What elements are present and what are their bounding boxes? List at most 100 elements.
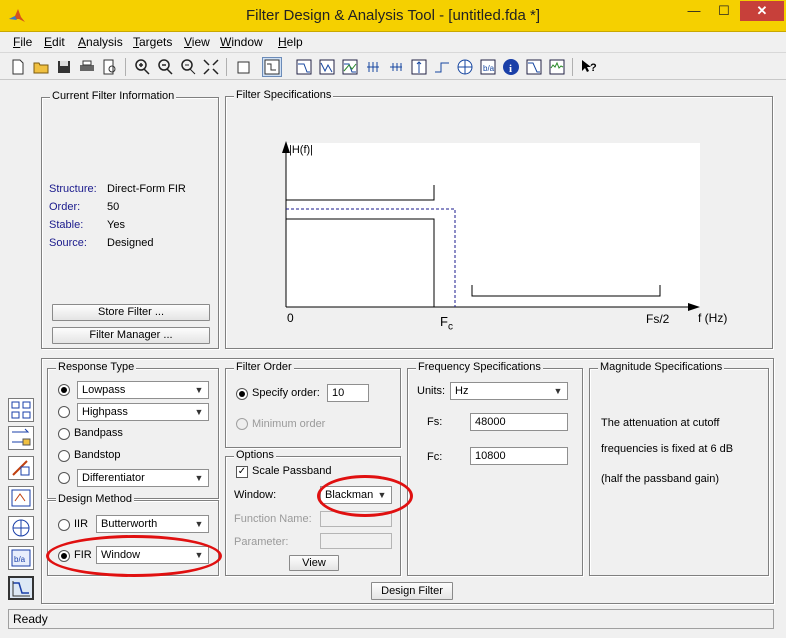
filter-manager-button[interactable]: Filter Manager ... [52, 327, 210, 344]
menu-help[interactable]: Help [278, 35, 303, 49]
current-filter-info-title: Current Filter Information [50, 90, 177, 102]
units-select[interactable]: Hz ▼ [450, 382, 568, 400]
noise-spectrum-button[interactable] [547, 57, 567, 77]
impulse-response-button[interactable] [409, 57, 429, 77]
chevron-down-icon: ▼ [194, 519, 204, 529]
realize-model-icon [12, 428, 31, 446]
save-icon [58, 61, 70, 73]
print-preview-button[interactable] [100, 57, 120, 77]
pole-zero-button[interactable] [455, 57, 475, 77]
svg-text:b/a: b/a [483, 64, 495, 73]
iir-method-select[interactable]: Butterworth ▼ [96, 515, 209, 533]
lowpass-radio[interactable] [58, 384, 70, 396]
origin-label: 0 [287, 311, 294, 325]
pole-zero-editor-button[interactable] [8, 456, 34, 480]
minimum-order-radio[interactable] [236, 418, 248, 430]
phase-delay-button[interactable] [386, 57, 406, 77]
magnitude-estimate-button[interactable] [524, 57, 544, 77]
highpass-select-value: Highpass [82, 406, 128, 418]
print-button[interactable] [77, 57, 97, 77]
multirate-button[interactable]: b/a [8, 546, 34, 570]
bandpass-radio[interactable] [58, 428, 70, 440]
full-view-analysis-button[interactable] [262, 57, 282, 77]
menu-targets[interactable]: Targets [133, 35, 172, 49]
full-view-icon [203, 59, 219, 75]
menu-window[interactable]: Window [220, 35, 263, 49]
lowpass-select[interactable]: Lowpass ▼ [77, 381, 209, 399]
store-filter-button[interactable]: Store Filter ... [52, 304, 210, 321]
menu-help-label: elp [286, 35, 303, 49]
differentiator-select[interactable]: Differentiator ▼ [77, 469, 209, 487]
zoom-in-button[interactable] [132, 57, 152, 77]
scale-passband-label: Scale Passband [252, 465, 332, 477]
filter-info-button[interactable]: i [501, 57, 521, 77]
magnitude-response-button[interactable] [294, 57, 314, 77]
maximize-button[interactable]: ☐ [710, 1, 738, 21]
full-view-button[interactable] [201, 57, 221, 77]
import-filter-icon [11, 489, 31, 507]
minimum-order-label: Minimum order [252, 418, 326, 430]
title-bar[interactable]: Filter Design & Analysis Tool - [untitle… [0, 0, 786, 32]
group-delay-icon [367, 62, 379, 72]
differentiator-select-value: Differentiator [82, 472, 145, 484]
transform-filter-button[interactable] [8, 398, 34, 422]
menu-analysis[interactable]: Analysis [78, 35, 123, 49]
fs-input[interactable]: 48000 [470, 413, 568, 431]
phase-response-button[interactable] [317, 57, 337, 77]
specify-order-radio[interactable] [236, 388, 248, 400]
bandstop-radio[interactable] [58, 450, 70, 462]
new-window-icon [237, 61, 250, 74]
parameter-label: Parameter: [234, 536, 289, 548]
zoom-x-button[interactable] [178, 57, 198, 77]
magnitude-note-line-1: The attenuation at cutoff [601, 417, 720, 429]
new-window-button[interactable] [233, 57, 253, 77]
structure-value: Direct-Form FIR [107, 183, 186, 195]
minimize-button[interactable]: — [680, 1, 708, 21]
zoom-out-button[interactable] [155, 57, 175, 77]
close-button[interactable]: ✕ [740, 1, 784, 21]
magnitude-specifications-panel: Magnitude Specifications The attenuation… [589, 361, 769, 576]
menu-edit[interactable]: Edit [44, 35, 65, 49]
realize-model-button[interactable] [8, 426, 34, 450]
pole-zero-design-button[interactable] [8, 516, 34, 540]
menu-bar: File Edit Analysis Targets View Window H… [0, 32, 786, 52]
zoom-in-icon [135, 59, 150, 75]
magnitude-phase-button[interactable] [340, 57, 360, 77]
iir-radio[interactable] [58, 519, 70, 531]
menu-view[interactable]: View [184, 35, 210, 49]
menu-file[interactable]: File [13, 35, 32, 49]
bandpass-label: Bandpass [74, 427, 123, 439]
stable-value: Yes [107, 219, 125, 231]
toolbar-separator [125, 58, 126, 76]
new-file-button[interactable] [8, 57, 28, 77]
transform-filter-icon [11, 401, 31, 419]
design-filter-mode-button[interactable] [8, 576, 34, 600]
print-preview-icon [103, 59, 116, 75]
chevron-down-icon: ▼ [194, 407, 204, 417]
import-filter-button[interactable] [8, 486, 34, 510]
fs-label: Fs: [427, 416, 443, 428]
whats-this-button[interactable]: ? [579, 57, 599, 77]
view-button[interactable]: View [289, 555, 339, 571]
filter-coefficients-button[interactable]: b/a [478, 57, 498, 77]
window-label: Window: [234, 489, 277, 501]
highpass-select[interactable]: Highpass ▼ [77, 403, 209, 421]
fc-input[interactable]: 10800 [470, 447, 568, 465]
open-file-button[interactable] [31, 57, 51, 77]
spec-plot-area [286, 143, 700, 307]
svg-text:i: i [509, 63, 512, 75]
scale-passband-checkbox[interactable]: ✓ [236, 466, 248, 478]
save-button[interactable] [54, 57, 74, 77]
highpass-radio[interactable] [58, 406, 70, 418]
frequency-axis-label: f (Hz) [698, 311, 728, 325]
menu-window-label: indow [231, 35, 263, 49]
group-delay-button[interactable] [363, 57, 383, 77]
order-input[interactable]: 10 [327, 384, 369, 402]
lowpass-select-value: Lowpass [82, 384, 126, 396]
whats-this-help-icon: ? [582, 60, 597, 74]
magnitude-note-line-3: (half the passband gain) [601, 473, 720, 485]
differentiator-radio[interactable] [58, 472, 70, 484]
design-filter-button[interactable]: Design Filter [371, 582, 453, 600]
step-response-button[interactable] [432, 57, 452, 77]
parameter-input[interactable] [320, 533, 392, 549]
